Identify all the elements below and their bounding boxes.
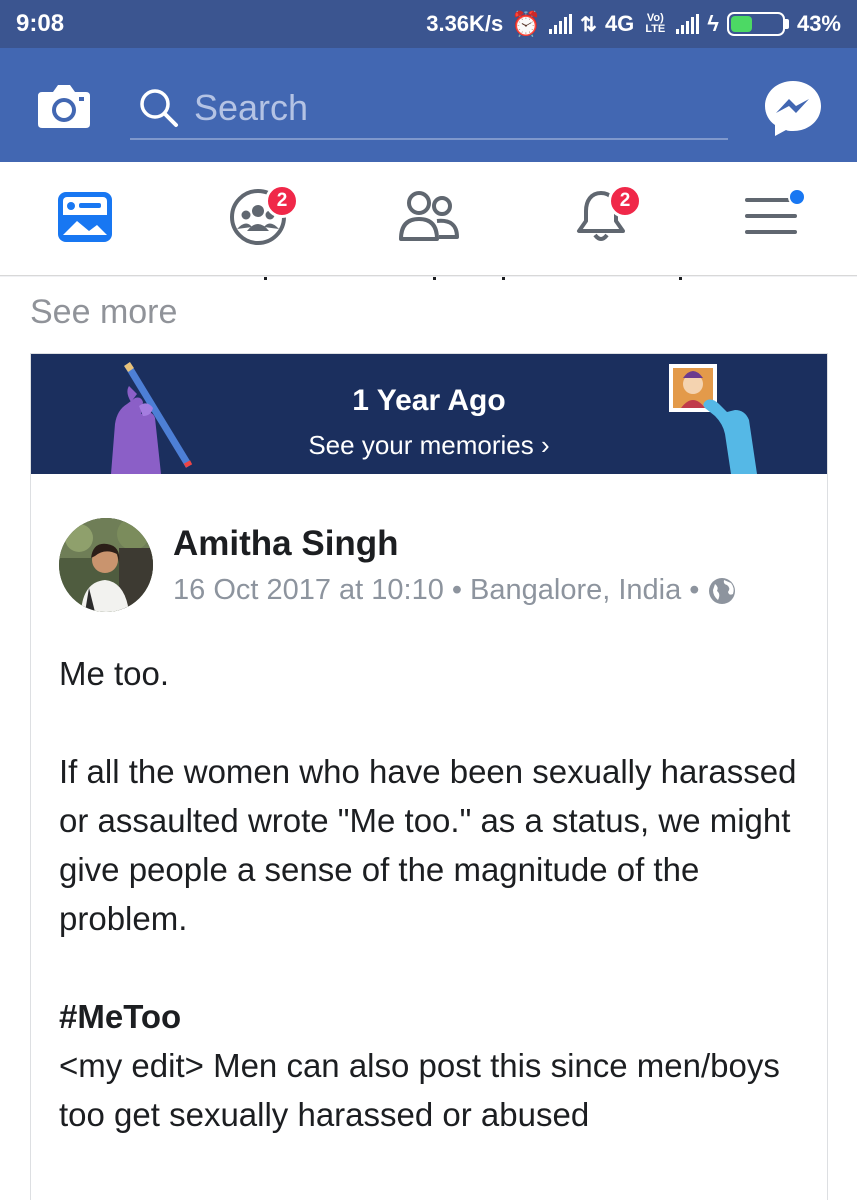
groups-badge: 2 (265, 184, 299, 218)
tab-news-feed[interactable] (40, 182, 130, 252)
notifications-badge: 2 (608, 184, 642, 218)
avatar[interactable] (59, 518, 153, 612)
app-header (0, 48, 857, 162)
alarm-icon: ⏰ (511, 10, 542, 38)
messenger-icon[interactable] (763, 78, 823, 138)
clock: 9:08 (16, 10, 65, 37)
post-paragraph: If all the women who have been sexually … (59, 753, 797, 937)
signal-icon (549, 14, 573, 34)
see-memories-link[interactable]: See your memories › (31, 430, 827, 461)
data-transfer-icon: ⇅ (580, 13, 597, 36)
post-author[interactable]: Amitha Singh (173, 524, 399, 564)
truncated-text-remnant (264, 277, 682, 280)
post-edit-note: <my edit> Men can also post this since m… (59, 1047, 780, 1133)
battery-percent: 43% (796, 11, 841, 36)
battery-icon (726, 12, 789, 36)
tab-friends[interactable] (384, 182, 474, 252)
friends-icon (399, 191, 459, 241)
menu-dot (788, 188, 806, 206)
status-bar: 9:08 3.36K/s ⏰ ⇅ 4G Vo) LTE ϟ 43% (0, 0, 857, 48)
memory-banner[interactable]: 1 Year Ago See your memories › (31, 354, 827, 474)
news-feed: See more 1 Year Ago See your memories › … (0, 277, 857, 1200)
search-input[interactable] (194, 87, 694, 129)
post-date[interactable]: 16 Oct 2017 at 10:10 (173, 574, 444, 607)
tab-menu[interactable] (726, 182, 816, 252)
charging-icon: ϟ (707, 11, 719, 36)
post-body: Me too. If all the women who have been s… (59, 649, 799, 1139)
tab-notifications[interactable]: 2 (556, 182, 646, 252)
memory-title: 1 Year Ago (352, 384, 506, 417)
separator-dot: • (451, 574, 463, 606)
hashtag-link[interactable]: #MeToo (59, 992, 799, 1041)
separator-dot: • (689, 574, 700, 606)
post-meta: 16 Oct 2017 at 10:10 • Bangalore, India … (173, 574, 737, 607)
tab-bar: 2 2 (0, 162, 857, 276)
volte-label: Vo) LTE (645, 12, 666, 35)
see-more-link[interactable]: See more (30, 293, 177, 332)
search-bar[interactable] (130, 78, 728, 140)
post-line: Me too. (59, 655, 170, 692)
network-speed: 3.36K/s (426, 11, 504, 36)
camera-icon[interactable] (36, 82, 92, 130)
search-icon (140, 89, 178, 127)
news-feed-icon (58, 192, 112, 242)
signal-icon-2 (676, 14, 700, 34)
network-type: 4G (604, 11, 635, 36)
post-location[interactable]: Bangalore, India (470, 574, 681, 607)
memory-card: 1 Year Ago See your memories › Amitha Si… (30, 353, 828, 1200)
globe-icon (709, 577, 736, 604)
tab-groups[interactable]: 2 (213, 182, 303, 252)
